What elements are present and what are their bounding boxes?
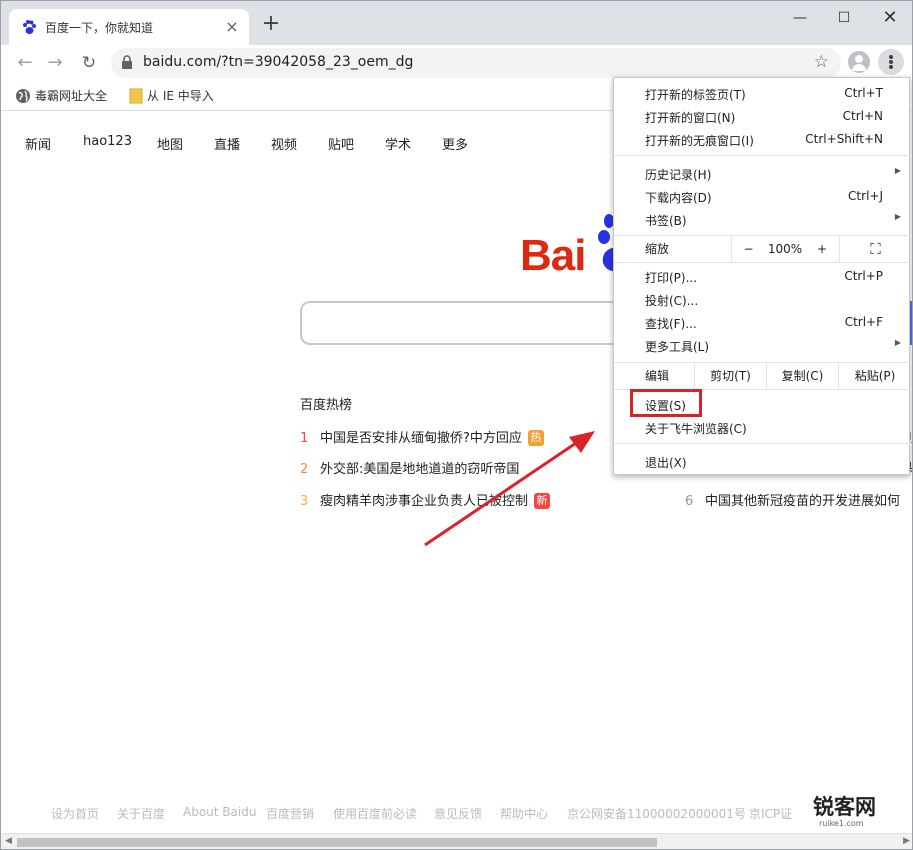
submenu-arrow-icon: ▶ (894, 166, 901, 175)
reload-button[interactable]: ↻ (77, 51, 101, 75)
submenu-arrow-icon: ▶ (894, 212, 901, 221)
hot-item[interactable]: 6 中国其他新冠疫苗的开发进展如何 (685, 490, 900, 509)
menu-item-incognito[interactable]: 打开新的无痕窗口(I) Ctrl+Shift+N (614, 128, 911, 151)
url-text: baidu.com/?tn=39042058_23_oem_dg (143, 54, 414, 70)
menu-item-more-tools[interactable]: 更多工具(L) ▶ (614, 334, 911, 357)
topnav-tieba[interactable]: 贴吧 (328, 134, 354, 153)
fullscreen-icon[interactable]: ⛶ (839, 236, 911, 262)
topnav-more[interactable]: 更多 (442, 134, 468, 153)
footer-link[interactable]: 京公网安备11000002000001号 (567, 805, 746, 822)
profile-avatar-icon[interactable] (848, 51, 870, 73)
topnav-map[interactable]: 地图 (157, 134, 183, 153)
footer-link[interactable]: About Baidu (183, 805, 256, 819)
menu-item-cast[interactable]: 投射(C)... (614, 288, 911, 311)
baidu-paw-icon (23, 20, 36, 34)
back-button[interactable]: ← (13, 51, 37, 75)
bookmark-star-icon[interactable]: ☆ (814, 52, 829, 72)
menu-item-about[interactable]: 关于飞牛浏览器(C) (614, 416, 911, 439)
cut-button[interactable]: 剪切(T) (694, 363, 766, 389)
maximize-button[interactable]: ☐ (821, 5, 867, 31)
address-bar[interactable]: baidu.com/?tn=39042058_23_oem_dg ☆ (111, 48, 841, 78)
menu-item-downloads[interactable]: 下载内容(D) Ctrl+J (614, 185, 911, 208)
bookmark-duba[interactable]: 毒霸网址大全 (15, 87, 107, 105)
annotation-arrow (424, 431, 595, 547)
folder-icon (129, 88, 143, 103)
menu-separator (614, 155, 911, 156)
menu-item-find[interactable]: 查找(F)... Ctrl+F (614, 311, 911, 334)
close-window-button[interactable]: ✕ (867, 5, 912, 31)
scroll-right-icon[interactable]: ▶ (903, 836, 910, 846)
topnav-video[interactable]: 视频 (271, 134, 297, 153)
globe-icon (16, 88, 30, 103)
zoom-in-button[interactable]: + (805, 236, 839, 262)
menu-item-new-window[interactable]: 打开新的窗口(N) Ctrl+N (614, 105, 911, 128)
menu-item-print[interactable]: 打印(P)... Ctrl+P (614, 265, 911, 288)
zoom-out-button[interactable]: − (731, 236, 765, 262)
scrollbar-thumb[interactable] (17, 838, 657, 847)
menu-item-exit[interactable]: 退出(X) (614, 450, 911, 473)
forward-button[interactable]: → (43, 51, 67, 75)
horizontal-scrollbar[interactable]: ◀ ▶ (1, 833, 912, 849)
topnav-news[interactable]: 新闻 (25, 134, 51, 153)
copy-button[interactable]: 复制(C) (766, 363, 838, 389)
browser-menu-button[interactable] (878, 49, 904, 75)
hot-list-title: 百度热榜 (300, 398, 353, 413)
footer-link[interactable]: 关于百度 (117, 805, 165, 822)
scroll-left-icon[interactable]: ◀ (5, 836, 12, 846)
menu-zoom-row: 缩放 − 100% + ⛶ (614, 236, 911, 262)
footer-link[interactable]: 帮助中心 (500, 805, 548, 822)
lock-icon (122, 55, 132, 69)
menu-item-new-tab[interactable]: 打开新的标签页(T) Ctrl+T (614, 82, 911, 105)
tab-strip: 百度一下，你就知道 × + — ☐ ✕ (1, 1, 912, 45)
zoom-level: 100% (767, 242, 803, 256)
browser-window: 百度一下，你就知道 × + — ☐ ✕ ← → ↻ baidu.com/?tn=… (0, 0, 913, 850)
topnav-xueshu[interactable]: 学术 (385, 134, 411, 153)
baidu-logo: Bai (520, 231, 586, 280)
watermark: 锐客网 ruike1.com (813, 795, 876, 828)
paste-button[interactable]: 粘贴(P) (838, 363, 911, 389)
menu-separator (614, 262, 911, 263)
footer-link[interactable]: 设为首页 (51, 805, 99, 822)
submenu-arrow-icon: ▶ (894, 338, 901, 347)
topnav-hao123[interactable]: hao123 (83, 134, 132, 149)
tab-baidu[interactable]: 百度一下，你就知道 × (9, 9, 249, 45)
new-tab-button[interactable]: + (259, 13, 283, 37)
settings-highlight-box (630, 389, 702, 417)
minimize-button[interactable]: — (777, 5, 823, 31)
footer-link[interactable]: 使用百度前必读 (333, 805, 417, 822)
menu-separator (614, 443, 911, 444)
tab-close-icon[interactable]: × (223, 18, 241, 36)
topnav-live[interactable]: 直播 (214, 134, 240, 153)
bookmark-import-ie[interactable]: 从 IE 中导入 (129, 87, 214, 105)
menu-item-history[interactable]: 历史记录(H) ▶ (614, 162, 911, 185)
menu-item-bookmarks[interactable]: 书签(B) ▶ (614, 208, 911, 231)
search-input[interactable] (300, 301, 630, 345)
footer-link[interactable]: 意见反馈 (434, 805, 482, 822)
menu-edit-row: 编辑 剪切(T) 复制(C) 粘贴(P) (614, 363, 911, 389)
tab-title: 百度一下，你就知道 (45, 21, 154, 35)
footer-link[interactable]: 百度营销 (266, 805, 314, 822)
browser-toolbar: ← → ↻ baidu.com/?tn=39042058_23_oem_dg ☆ (1, 45, 912, 81)
